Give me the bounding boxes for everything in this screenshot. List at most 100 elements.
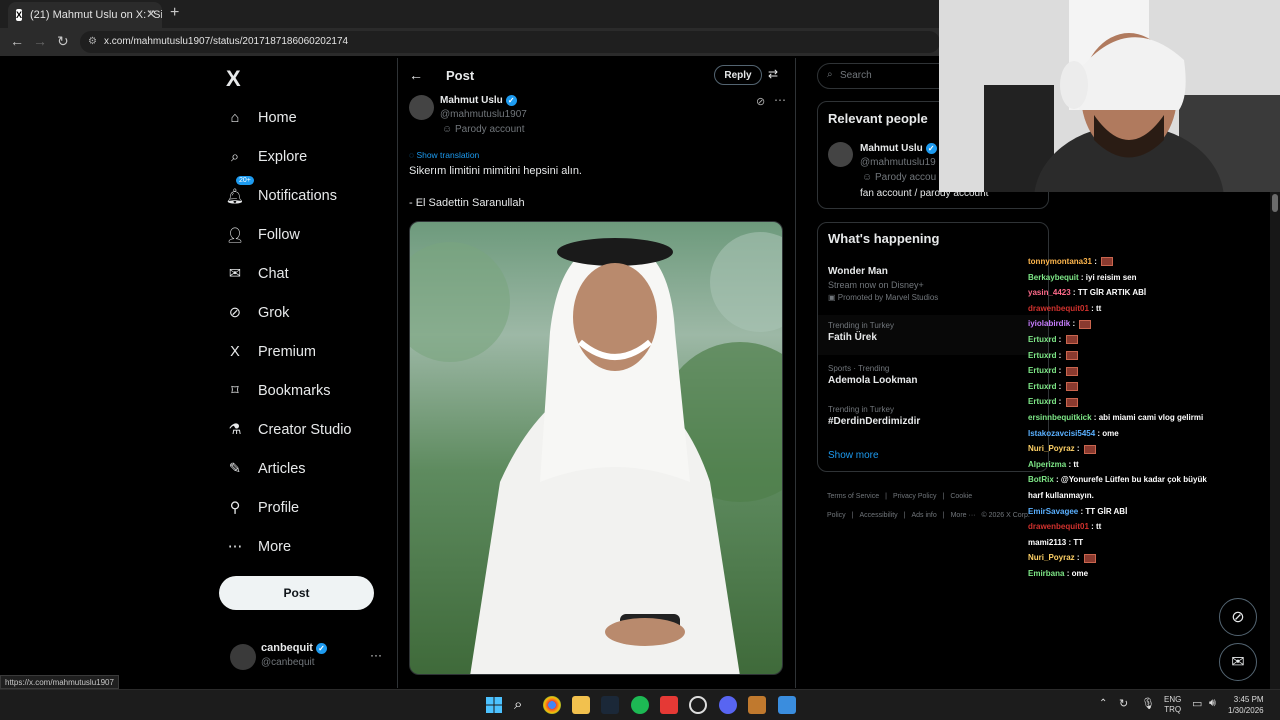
reply-button[interactable]: Reply <box>714 65 762 85</box>
obs-icon[interactable] <box>689 696 707 714</box>
tray-chevron-icon[interactable]: ⌃ <box>1099 698 1107 709</box>
chat-text: ome <box>1071 568 1089 578</box>
whats-happening-card: What's happening Wonder Man Stream now o… <box>817 222 1049 472</box>
x-logo-icon[interactable]: X <box>226 66 241 92</box>
post-image[interactable] <box>409 221 783 675</box>
app-icon[interactable] <box>660 696 678 714</box>
footer-link[interactable]: Accessibility <box>860 512 898 519</box>
scrollbar-thumb[interactable] <box>1272 194 1278 212</box>
grok-floating-button[interactable]: ⊘ <box>1219 598 1257 636</box>
back-arrow-icon[interactable]: ← <box>10 33 24 49</box>
chat-separator: : <box>1070 288 1078 298</box>
nav-item-home[interactable]: ⌂ Home <box>226 106 297 130</box>
trend-item[interactable]: Trending in Turkey Fatih Ürek <box>818 315 1048 355</box>
network-icon[interactable]: ▭ <box>1192 697 1202 710</box>
account-switcher[interactable]: canbequit ✓ @canbequit ··· <box>226 640 386 676</box>
app-icon[interactable] <box>778 696 796 714</box>
chat-emote-icon <box>1065 366 1078 376</box>
trend-item[interactable]: Trending in Turkey #DerdinDerdimizdir <box>828 405 920 427</box>
portrait-illustration <box>410 232 782 674</box>
home-icon: ⌂ <box>230 110 240 126</box>
nav-item-profile[interactable]: ⚲ Profile <box>226 496 299 520</box>
new-tab-button[interactable]: + <box>170 4 179 22</box>
nav-item-more[interactable]: ⋯ More <box>226 535 291 559</box>
author-avatar[interactable] <box>409 95 434 120</box>
chat-message: BotRix : @Yonurefe Lütfen bu kadar çok b… <box>1028 472 1243 488</box>
footer-link[interactable]: © 2026 X Corp. <box>981 512 1029 519</box>
left-navigation: X ⌂ Home ⌕ Explore 🔔︎ 20+ Notifications 👤︎ Follo… <box>212 58 397 688</box>
chat-username: Ertuxrd <box>1028 334 1057 344</box>
spotify-icon[interactable] <box>631 696 649 714</box>
trend-item[interactable]: Wonder Man Stream now on Disney+ ▣ Promo… <box>828 264 938 302</box>
footer-link[interactable]: More ··· <box>951 512 976 519</box>
person-add-icon: 👤︎ <box>225 227 245 244</box>
language-indicator[interactable]: ENG TRQ <box>1164 695 1181 715</box>
chat-separator: : <box>1053 475 1061 485</box>
nav-item-creator-studio[interactable]: ⚗ Creator Studio <box>226 418 352 442</box>
app-icon[interactable] <box>748 696 766 714</box>
site-info-icon[interactable]: ⚙ <box>88 31 97 53</box>
post-button[interactable]: Post <box>219 576 374 610</box>
chat-emote-icon <box>1083 553 1096 563</box>
more-options-icon[interactable]: ⋯ <box>774 93 786 107</box>
chat-username: drawenbequit01 <box>1028 303 1089 313</box>
footer-link[interactable]: Terms of Service <box>827 493 879 500</box>
show-translation-link[interactable]: Show translation <box>416 150 479 160</box>
chat-username: ersinnbequitkick <box>1028 412 1092 422</box>
account-name: canbequit <box>261 642 313 654</box>
footer-link[interactable]: Privacy Policy <box>893 493 937 500</box>
card-title: Relevant people <box>828 111 928 126</box>
nav-item-label: Home <box>258 110 297 126</box>
messages-floating-button[interactable]: ✉ <box>1219 643 1257 681</box>
person-name[interactable]: Mahmut Uslu <box>860 143 923 154</box>
url-input[interactable]: ⚙ x.com/mahmutuslu1907/status/2017187186… <box>80 31 940 53</box>
clock[interactable]: 3:45 PM 1/30/2026 <box>1228 694 1264 716</box>
microphone-icon[interactable]: 🎙︎ <box>1141 697 1155 710</box>
account-menu-icon[interactable]: ··· <box>370 648 382 662</box>
nav-item-notifications[interactable]: 🔔︎ 20+ Notifications <box>225 176 337 208</box>
steam-icon[interactable] <box>601 696 619 714</box>
nav-item-label: Profile <box>258 500 300 516</box>
discord-icon[interactable] <box>719 696 737 714</box>
reload-icon[interactable]: ↻ <box>57 33 69 50</box>
chat-username: Berkaybequit <box>1028 272 1079 282</box>
chat-message: Nuri_Poyraz : <box>1028 550 1243 566</box>
bell-icon: 🔔︎ <box>225 188 245 205</box>
forward-arrow-icon[interactable]: → <box>33 33 47 49</box>
page-scrollbar[interactable] <box>1270 192 1280 689</box>
account-handle: @canbequit <box>261 657 315 668</box>
nav-item-bookmarks[interactable]: ⌑ Bookmarks <box>226 379 330 403</box>
chat-separator: : <box>1056 397 1064 407</box>
file-explorer-icon[interactable] <box>572 696 590 714</box>
windows-start-icon[interactable] <box>485 696 503 714</box>
parody-mask-icon: ☺ <box>862 172 873 183</box>
chat-emote-icon <box>1083 444 1096 454</box>
show-more-link[interactable]: Show more <box>828 450 879 461</box>
filter-icon[interactable]: ⇄ <box>768 67 778 81</box>
chat-username: Ertuxrd <box>1028 350 1057 360</box>
more-circle-icon: ⋯ <box>227 539 243 555</box>
nav-item-articles[interactable]: ✎ Articles <box>226 457 306 481</box>
volume-icon[interactable]: 🔊︎ <box>1209 697 1216 710</box>
back-arrow-icon[interactable]: ← <box>409 67 423 83</box>
trend-item[interactable]: Sports · Trending Ademola Lookman <box>828 364 917 386</box>
avatar[interactable] <box>828 142 853 167</box>
grok-icon[interactable]: ⊘ <box>756 95 765 108</box>
footer-link[interactable]: Ads info <box>911 512 936 519</box>
browser-tab[interactable]: X (21) Mahmut Uslu on X: "Sikeri ✕ <box>8 2 162 28</box>
nav-item-grok[interactable]: ⊘ Grok <box>226 301 290 325</box>
nav-item-explore[interactable]: ⌕ Explore <box>226 145 307 169</box>
nav-item-label: Notifications <box>258 188 337 204</box>
author-name[interactable]: Mahmut Uslu <box>440 95 503 106</box>
chat-message: drawenbequit01 : tt <box>1028 301 1243 317</box>
nav-item-premium[interactable]: X Premium <box>226 340 316 364</box>
chat-username: Ertuxrd <box>1028 381 1057 391</box>
tray-app-icon[interactable]: ↻ <box>1119 697 1128 710</box>
nav-item-follow[interactable]: 👤︎ Follow <box>226 223 300 247</box>
author-handle[interactable]: @mahmutuslu1907 <box>440 109 527 120</box>
nav-item-chat[interactable]: ✉ Chat <box>226 262 289 286</box>
search-icon[interactable]: ⌕ <box>514 696 532 714</box>
chrome-icon[interactable] <box>543 696 561 714</box>
close-tab-icon[interactable]: ✕ <box>146 7 156 21</box>
avatar <box>230 644 256 670</box>
